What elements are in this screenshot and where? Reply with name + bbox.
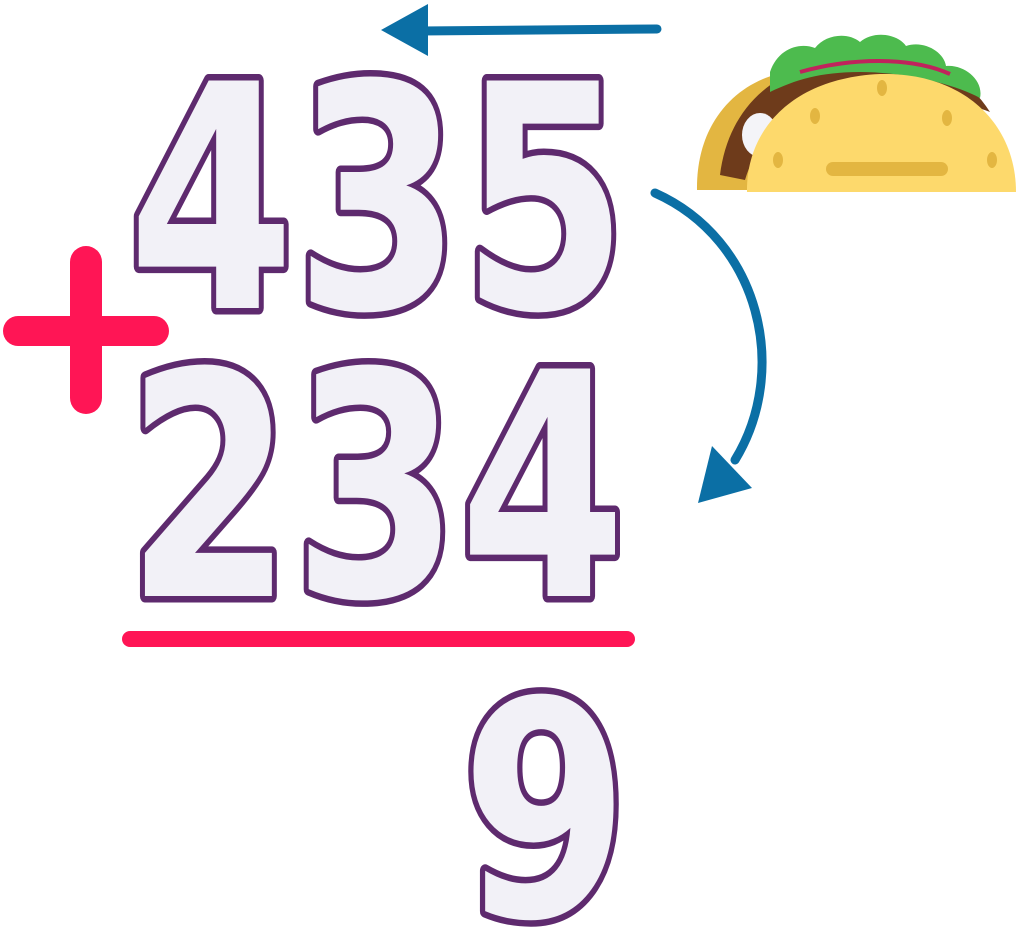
curved-arrow-down-icon xyxy=(650,188,767,503)
partial-sum-digit: 9 xyxy=(461,638,629,943)
addend-bottom: 234 xyxy=(126,306,626,670)
addition-scene: 435 234 9 xyxy=(3,4,1016,943)
taco-icon xyxy=(696,34,1016,192)
